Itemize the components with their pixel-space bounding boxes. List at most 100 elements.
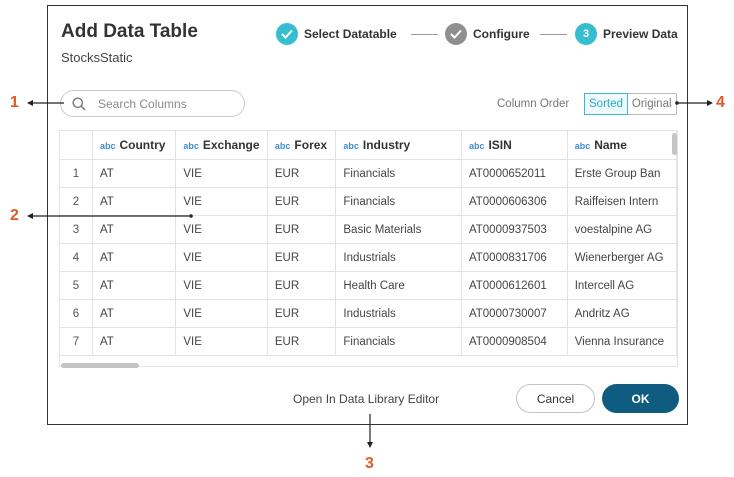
cell-country: AT xyxy=(92,271,177,300)
step-select-datatable[interactable]: Select Datatable xyxy=(276,23,397,45)
row-number: 5 xyxy=(60,271,93,300)
cell-industry: Industrials xyxy=(335,243,462,272)
ok-button[interactable]: OK xyxy=(602,384,679,413)
text-type-icon: abc xyxy=(274,141,291,151)
cell-isin: AT0000612601 xyxy=(461,271,568,300)
column-header-label: Name xyxy=(594,138,627,152)
column-header-label: Industry xyxy=(362,138,411,152)
cell-name: Vienna Insurance xyxy=(567,327,677,356)
cell-industry: Basic Materials xyxy=(335,215,462,244)
search-input[interactable] xyxy=(96,95,230,112)
step-number: 3 xyxy=(575,23,597,45)
search-box[interactable] xyxy=(60,90,245,117)
check-icon xyxy=(445,23,467,45)
open-data-library-editor-link[interactable]: Open In Data Library Editor xyxy=(293,392,439,406)
row-number: 4 xyxy=(60,243,93,272)
cell-isin: AT0000730007 xyxy=(461,299,568,328)
cell-forex: EUR xyxy=(267,299,337,328)
text-type-icon: abc xyxy=(574,141,591,151)
text-type-icon: abc xyxy=(468,141,485,151)
cell-exchange: VIE xyxy=(175,271,268,300)
callout-4: 4 xyxy=(716,94,725,111)
cell-name: Andritz AG xyxy=(567,299,677,328)
table-row: 5 AT VIE EUR Health Care AT0000612601 In… xyxy=(60,271,677,300)
text-type-icon: abc xyxy=(183,141,199,151)
column-header-country[interactable]: abc Country xyxy=(92,131,177,160)
horizontal-scrollbar[interactable] xyxy=(61,363,139,368)
step-connector xyxy=(540,34,567,35)
cell-industry: Financials xyxy=(335,187,462,216)
cell-forex: EUR xyxy=(267,243,337,272)
cell-country: AT xyxy=(92,159,177,188)
callout-4-arrow-icon xyxy=(675,100,713,106)
cell-industry: Financials xyxy=(335,327,462,356)
column-header-label: Country xyxy=(119,138,166,152)
vertical-scrollbar[interactable] xyxy=(672,133,677,155)
cell-country: AT xyxy=(92,243,177,272)
cell-name: Intercell AG xyxy=(567,271,677,300)
column-header-label: Forex xyxy=(294,138,328,152)
cell-industry: Industrials xyxy=(335,299,462,328)
row-number-header xyxy=(60,131,93,160)
cell-forex: EUR xyxy=(267,327,337,356)
check-icon xyxy=(276,23,298,45)
callout-3: 3 xyxy=(365,455,374,472)
column-header-forex[interactable]: abc Forex xyxy=(267,131,337,160)
step-connector xyxy=(411,34,438,35)
cancel-button[interactable]: Cancel xyxy=(516,384,595,413)
original-option[interactable]: Original xyxy=(628,94,676,114)
column-order-toggle[interactable]: Sorted Original xyxy=(584,93,677,115)
callout-1-arrow-icon xyxy=(27,100,64,106)
column-header-name[interactable]: abc Name xyxy=(567,131,677,160)
table-row: 7 AT VIE EUR Financials AT0000908504 Vie… xyxy=(60,327,677,356)
cell-name: Wienerberger AG xyxy=(567,243,677,272)
column-header-label: Exchange xyxy=(202,138,260,152)
cell-name: Erste Group Ban xyxy=(567,159,677,188)
cell-name: voestalpine AG xyxy=(567,215,677,244)
cell-exchange: VIE xyxy=(175,159,268,188)
table-header-row: abc Country abc Exchange abc Forex abc Indus… xyxy=(60,131,677,160)
cell-exchange: VIE xyxy=(175,327,268,356)
column-order-label: Column Order xyxy=(497,98,570,110)
step-label: Preview Data xyxy=(603,27,678,41)
table-row: 6 AT VIE EUR Industrials AT0000730007 An… xyxy=(60,299,677,328)
cell-isin: AT0000831706 xyxy=(461,243,568,272)
cell-country: AT xyxy=(92,327,177,356)
cell-industry: Health Care xyxy=(335,271,462,300)
step-label: Configure xyxy=(473,27,530,41)
row-number: 7 xyxy=(60,327,93,356)
row-number: 6 xyxy=(60,299,93,328)
step-configure[interactable]: Configure xyxy=(445,23,530,45)
cell-isin: AT0000937503 xyxy=(461,215,568,244)
search-icon xyxy=(72,97,86,111)
cell-country: AT xyxy=(92,299,177,328)
cell-forex: EUR xyxy=(267,187,337,216)
cell-forex: EUR xyxy=(267,271,337,300)
sorted-option[interactable]: Sorted xyxy=(584,93,628,115)
cell-isin: AT0000908504 xyxy=(461,327,568,356)
cell-isin: AT0000606306 xyxy=(461,187,568,216)
column-header-label: ISIN xyxy=(488,138,512,152)
cell-forex: EUR xyxy=(267,215,337,244)
dialog-title: Add Data Table xyxy=(61,21,198,42)
callout-3-arrow-icon xyxy=(367,414,373,448)
step-preview-data[interactable]: 3 Preview Data xyxy=(575,23,678,45)
column-header-industry[interactable]: abc Industry xyxy=(335,131,462,160)
dialog-subtitle: StocksStatic xyxy=(61,50,133,65)
text-type-icon: abc xyxy=(343,141,359,151)
step-label: Select Datatable xyxy=(304,27,397,41)
column-header-exchange[interactable]: abc Exchange xyxy=(175,131,268,160)
text-type-icon: abc xyxy=(99,141,116,151)
cell-exchange: VIE xyxy=(175,299,268,328)
cell-industry: Financials xyxy=(335,159,462,188)
row-number: 1 xyxy=(60,159,93,188)
callout-2-arrow-icon xyxy=(27,213,193,219)
cell-exchange: VIE xyxy=(175,243,268,272)
preview-table[interactable]: abc Country abc Exchange abc Forex abc Indus… xyxy=(59,130,678,367)
callout-1: 1 xyxy=(10,94,19,111)
column-header-isin[interactable]: abc ISIN xyxy=(461,131,568,160)
callout-2: 2 xyxy=(10,207,19,224)
cell-name: Raiffeisen Intern xyxy=(567,187,677,216)
cell-forex: EUR xyxy=(267,159,337,188)
table-row: 4 AT VIE EUR Industrials AT0000831706 Wi… xyxy=(60,243,677,272)
